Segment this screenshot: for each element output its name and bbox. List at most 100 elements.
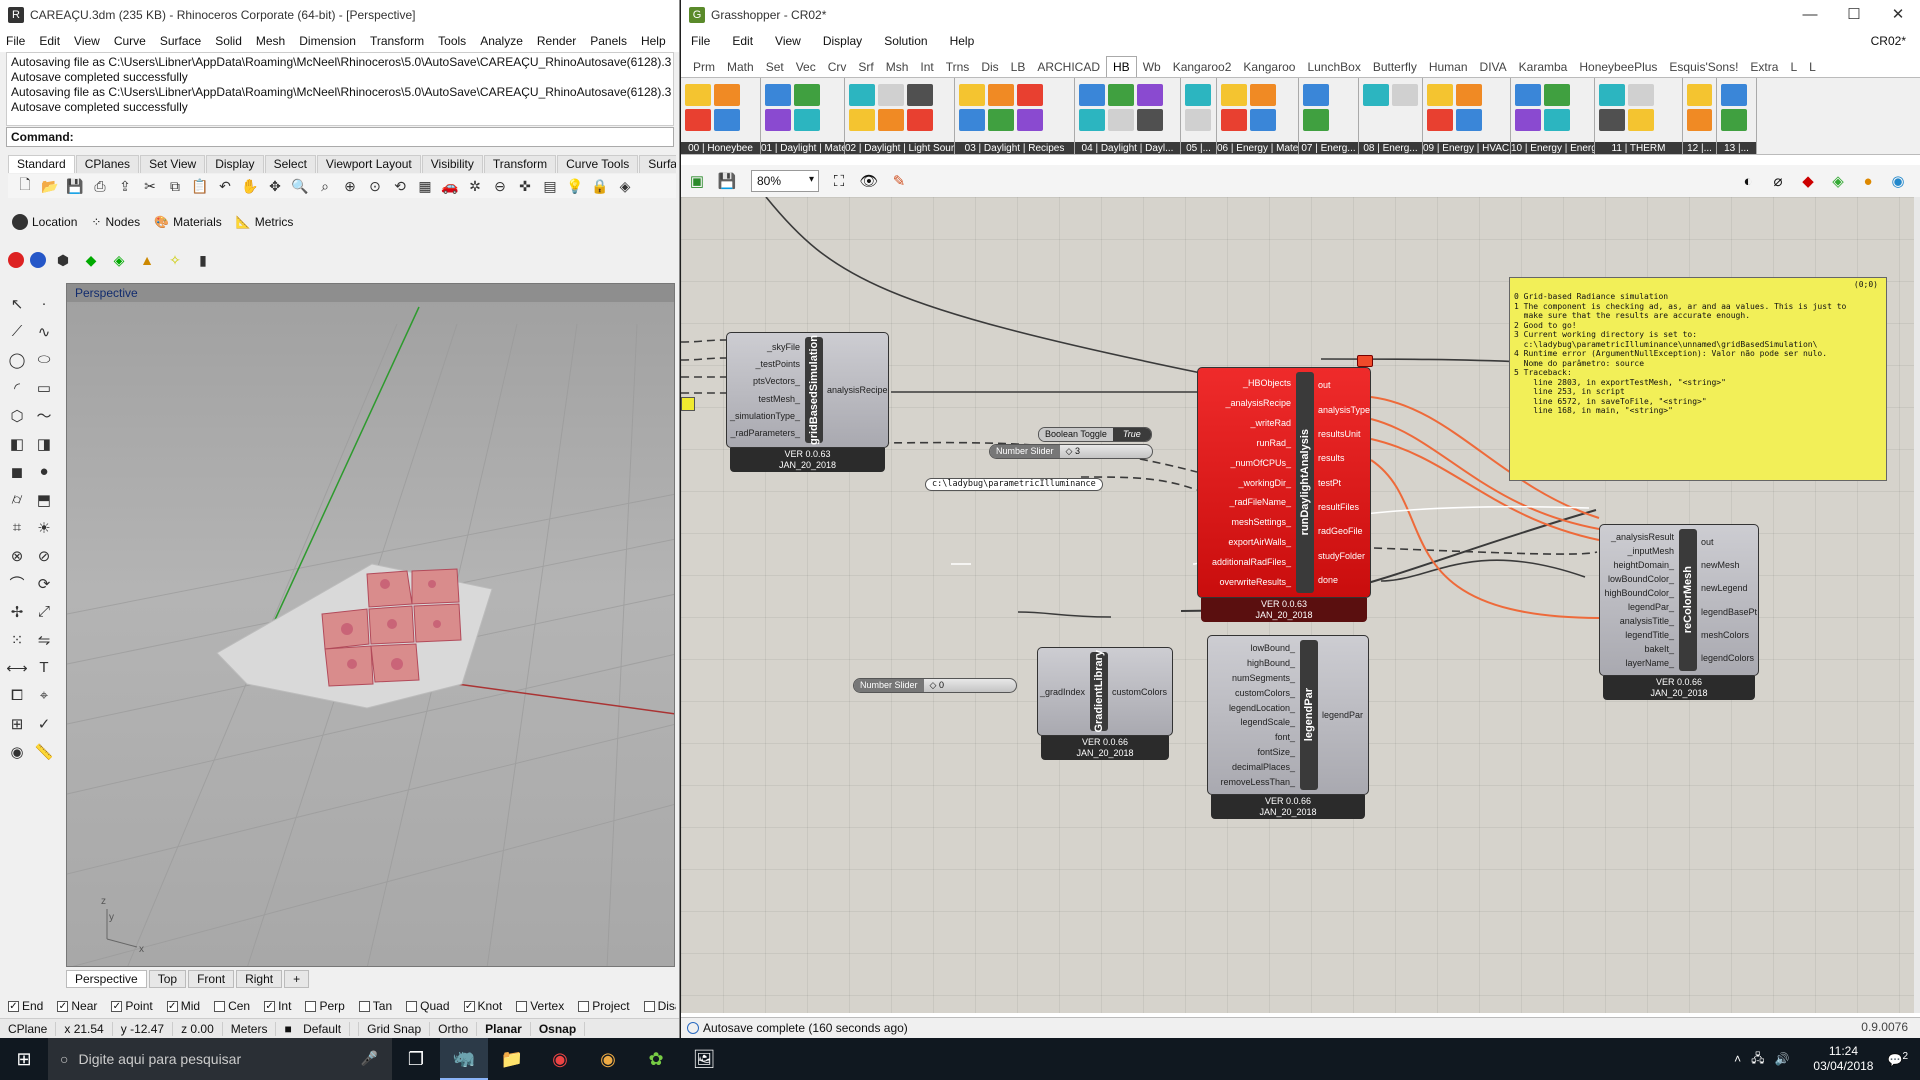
ribbon-group-label[interactable]: 03 | Daylight | Recipes <box>955 142 1074 154</box>
gh-tab-dis[interactable]: Dis <box>975 57 1004 77</box>
rhino-menu-curve[interactable]: Curve <box>114 34 146 48</box>
input-param[interactable]: decimalPlaces_ <box>1232 762 1295 772</box>
osnap-near[interactable]: ✓ Near <box>57 999 97 1013</box>
copy-icon[interactable]: ⧉ <box>164 176 186 196</box>
output-param[interactable]: legendColors <box>1701 653 1754 663</box>
gh-tab-int[interactable]: Int <box>914 57 939 77</box>
taskbar-clock[interactable]: 11:24 03/04/2018 <box>1813 1044 1873 1074</box>
gh-tab-human[interactable]: Human <box>1423 57 1474 77</box>
tab-viewport-layout[interactable]: Viewport Layout <box>316 155 421 173</box>
lock-icon[interactable]: 🔒 <box>589 176 611 196</box>
decal-icon[interactable]: ✧ <box>164 250 186 270</box>
component-icon[interactable] <box>1628 109 1654 131</box>
new-file-icon[interactable]: 🗋 <box>14 176 36 196</box>
component-icon[interactable] <box>1427 84 1453 106</box>
blue-sphere-icon[interactable] <box>30 252 46 268</box>
component-legend[interactable]: legendPar lowBound_ highBound_ numSegments_… <box>1207 635 1369 795</box>
output-panel[interactable]: (0;0) 0 Grid-based Radiance simulation 1 T… <box>1509 277 1887 481</box>
tab-select[interactable]: Select <box>264 155 316 173</box>
task-view-icon[interactable]: ❐ <box>392 1038 440 1080</box>
component-icon[interactable] <box>1515 109 1541 131</box>
ellipse-icon[interactable]: ⬭ <box>31 346 57 373</box>
osnap-checkbox[interactable] <box>305 1000 317 1012</box>
rhino-menu-solid[interactable]: Solid <box>215 34 242 48</box>
rhino-taskbar-icon[interactable]: 🦏 <box>440 1038 488 1080</box>
input-param[interactable]: analysisTitle_ <box>1620 616 1674 626</box>
open-file-icon[interactable]: 📂 <box>39 176 61 196</box>
output-param[interactable]: done <box>1318 575 1338 585</box>
input-param[interactable]: ptsVectors_ <box>753 376 800 386</box>
freeform-icon[interactable]: 〜 <box>31 402 57 429</box>
zoom-extents-icon[interactable]: ⊕ <box>339 176 361 196</box>
boolean-toggle[interactable]: Boolean Toggle True <box>1038 427 1152 442</box>
component-icon[interactable] <box>1185 84 1211 106</box>
osnap-checkbox[interactable]: ✓ <box>8 1000 19 1012</box>
warning-flag-icon[interactable] <box>1357 355 1373 367</box>
ribbon-group-label[interactable]: 09 | Energy | HVAC... <box>1423 142 1510 154</box>
ribbon-group-label[interactable]: 02 | Daylight | Light Sour... <box>845 142 954 154</box>
circle-icon[interactable]: ◯ <box>4 346 30 373</box>
check-icon[interactable]: ✓ <box>31 710 57 737</box>
rhino-menu-render[interactable]: Render <box>537 34 576 48</box>
ribbon-group-label[interactable]: 11 | THERM <box>1595 142 1682 154</box>
component-recolor[interactable]: reColorMesh _analysisResult _inputMesh heig… <box>1599 524 1759 676</box>
status-cplane[interactable]: CPlane <box>0 1021 57 1036</box>
number-slider-cpus[interactable]: Number Slider ◇ 3 <box>989 444 1153 459</box>
gh-tab-set[interactable]: Set <box>760 57 790 77</box>
gh-canvas[interactable]: gridBasedSimulation _skyFile _testPoints pt… <box>681 197 1914 1013</box>
component-icon[interactable] <box>1250 84 1276 106</box>
red-sphere-icon[interactable] <box>8 252 24 268</box>
viewport-tab-perspective[interactable]: Perspective <box>66 970 147 988</box>
component-icon[interactable] <box>1017 109 1043 131</box>
light-icon[interactable]: 💡 <box>564 176 586 196</box>
maximize-icon[interactable]: ☐ <box>1832 0 1876 30</box>
osnap-disable[interactable]: Disable <box>643 999 676 1013</box>
number-slider-gradient[interactable]: Number Slider ◇ 0 <box>853 678 1017 693</box>
loft-icon[interactable]: ◨ <box>31 430 57 457</box>
windows-start-icon[interactable]: ⊞ <box>0 1049 48 1070</box>
analyze-icon[interactable]: ⌖ <box>31 682 57 709</box>
component-icon[interactable] <box>1721 84 1747 106</box>
input-param[interactable]: _radFileName_ <box>1229 497 1291 507</box>
component-icon[interactable] <box>714 109 740 131</box>
input-param[interactable]: testMesh_ <box>758 394 800 404</box>
car-icon[interactable]: 🚗 <box>439 176 461 196</box>
gh-menu-solution[interactable]: Solution <box>884 34 927 48</box>
ribbon-group-label[interactable]: 13 |... <box>1717 142 1756 154</box>
component-icon[interactable] <box>714 84 740 106</box>
network-icon[interactable]: 🖧 <box>1751 1049 1764 1070</box>
rhino-menu-surface[interactable]: Surface <box>160 34 201 48</box>
input-param[interactable]: removeLessThan_ <box>1220 777 1295 787</box>
rotate-view-icon[interactable]: ⟲ <box>389 176 411 196</box>
component-icon[interactable] <box>849 109 875 131</box>
gh-menu-edit[interactable]: Edit <box>732 34 753 48</box>
status-osnap[interactable]: Osnap <box>531 1021 586 1036</box>
array-icon[interactable]: ⁙ <box>4 626 30 653</box>
gh-tab-prm[interactable]: Prm <box>687 57 721 77</box>
osnap-icon[interactable]: ✲ <box>464 176 486 196</box>
box-icon[interactable]: ⬢ <box>52 250 74 270</box>
preview-mode-icon[interactable]: ◐ <box>1738 171 1758 191</box>
osnap-knot[interactable]: ✓ Knot <box>463 999 502 1013</box>
grasshopper-taskbar-icon[interactable]: ✿ <box>632 1038 680 1080</box>
tray-chevron-icon[interactable]: ˄ <box>1734 1052 1741 1066</box>
input-param[interactable]: legendLocation_ <box>1229 703 1295 713</box>
rhino-menu-help[interactable]: Help <box>641 34 666 48</box>
component-icon[interactable] <box>1687 109 1712 131</box>
osnap-project[interactable]: Project <box>578 999 630 1013</box>
gh-tab-math[interactable]: Math <box>721 57 760 77</box>
curve-icon[interactable]: ∿ <box>31 318 57 345</box>
render-icon[interactable]: ◈ <box>614 176 636 196</box>
component-icon[interactable] <box>1599 84 1625 106</box>
input-param[interactable]: legendTitle_ <box>1625 630 1674 640</box>
undo-icon[interactable]: ↶ <box>214 176 236 196</box>
input-marker-icon[interactable] <box>681 397 695 411</box>
move-icon[interactable]: ✢ <box>4 598 30 625</box>
input-param[interactable]: legendScale_ <box>1240 717 1295 727</box>
component-icon[interactable] <box>1303 109 1329 131</box>
gh-tab-esquissons[interactable]: Esquis'Sons! <box>1663 57 1744 77</box>
offset-icon[interactable]: ⟳ <box>31 570 57 597</box>
open-doc-icon[interactable]: ▣ <box>687 171 707 191</box>
cplane-icon[interactable]: ⊖ <box>489 176 511 196</box>
close-icon[interactable]: ✕ <box>1876 0 1920 30</box>
